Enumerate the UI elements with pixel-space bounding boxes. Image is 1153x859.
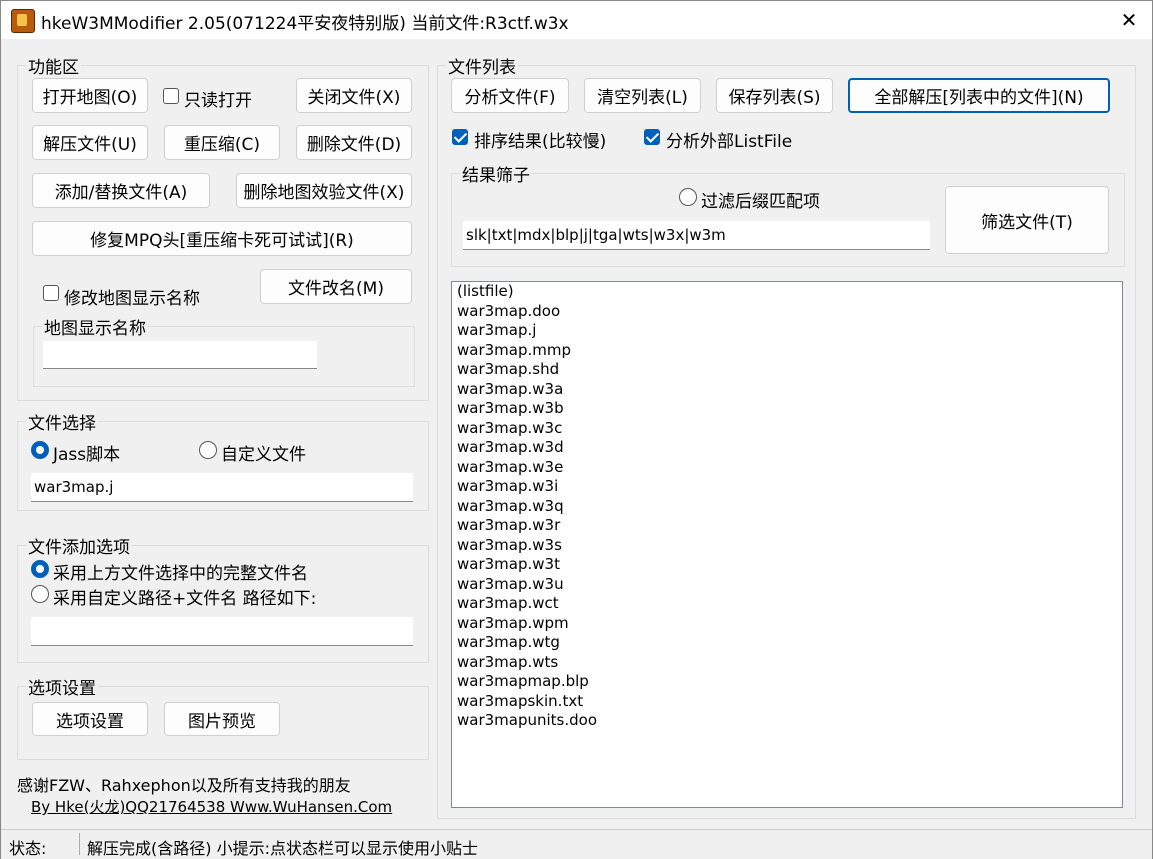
list-item[interactable]: war3map.w3i <box>452 477 1122 497</box>
jass-script-radio[interactable] <box>31 441 49 459</box>
filter-suffix-label: 过滤后缀匹配项 <box>701 192 820 212</box>
list-item[interactable]: war3mapskin.txt <box>452 692 1122 712</box>
file-listbox[interactable]: (listfile) war3map.doo war3map.j war3map.mm… <box>451 281 1123 808</box>
analyze-external-checkbox[interactable] <box>644 129 660 145</box>
list-item[interactable]: war3map.wts <box>452 653 1122 673</box>
extract-file-button[interactable]: 解压文件(U) <box>32 125 148 160</box>
function-area-legend: 功能区 <box>28 58 79 78</box>
status-text[interactable]: 解压完成(含路径) 小提示:点状态栏可以显示使用小贴士 <box>87 835 478 859</box>
status-bar[interactable]: 状态: 解压完成(含路径) 小提示:点状态栏可以显示使用小贴士 <box>1 829 1152 859</box>
list-item[interactable]: war3map.w3t <box>452 555 1122 575</box>
recompress-button[interactable]: 重压缩(C) <box>164 125 280 160</box>
list-item[interactable]: war3map.wpm <box>452 614 1122 634</box>
list-item[interactable]: war3mapunits.doo <box>452 711 1122 731</box>
open-map-button[interactable]: 打开地图(O) <box>32 78 148 113</box>
list-item[interactable]: war3map.w3a <box>452 380 1122 400</box>
status-separator <box>79 833 80 855</box>
custom-path-label: 采用自定义路径+文件名 路径如下: <box>53 589 317 609</box>
list-item[interactable]: war3map.w3r <box>452 516 1122 536</box>
list-item[interactable]: war3map.w3q <box>452 497 1122 517</box>
map-name-input[interactable] <box>43 341 317 369</box>
custom-file-label: 自定义文件 <box>221 445 306 465</box>
list-item[interactable]: war3map.w3c <box>452 419 1122 439</box>
window-title: hkeW3MModifier 2.05(071224平安夜特别版) 当前文件:R… <box>41 14 569 34</box>
list-item[interactable]: war3map.shd <box>452 360 1122 380</box>
file-select-input[interactable]: war3map.j <box>31 473 413 502</box>
rename-file-button[interactable]: 文件改名(M) <box>260 269 412 304</box>
analyze-file-button[interactable]: 分析文件(F) <box>451 78 569 113</box>
custom-path-input[interactable] <box>31 617 413 646</box>
filter-legend: 结果筛子 <box>462 166 530 186</box>
options-legend: 选项设置 <box>28 679 96 699</box>
list-item[interactable]: war3map.w3u <box>452 575 1122 595</box>
modify-map-name-label: 修改地图显示名称 <box>64 289 200 309</box>
app-icon <box>11 9 35 33</box>
repair-mpq-button[interactable]: 修复MPQ头[重压缩卡死可试试](R) <box>32 221 412 256</box>
list-item[interactable]: war3map.j <box>452 321 1122 341</box>
filter-files-button[interactable]: 筛选文件(T) <box>945 186 1109 254</box>
list-item[interactable]: war3map.wtg <box>452 633 1122 653</box>
delete-checksum-button[interactable]: 删除地图效验文件(X) <box>236 173 412 208</box>
status-label: 状态: <box>9 839 47 858</box>
list-item[interactable]: war3map.mmp <box>452 341 1122 361</box>
add-options-legend: 文件添加选项 <box>28 538 130 558</box>
jass-script-label: Jass脚本 <box>53 445 121 465</box>
file-select-legend: 文件选择 <box>28 414 96 434</box>
full-filename-label: 采用上方文件选择中的完整文件名 <box>53 564 308 584</box>
custom-path-radio[interactable] <box>31 585 49 603</box>
delete-file-button[interactable]: 删除文件(D) <box>296 125 412 160</box>
list-item[interactable]: war3map.doo <box>452 302 1122 322</box>
credits-thanks: 感谢FZW、Rahxephon以及所有支持我的朋友 <box>17 776 351 795</box>
save-list-button[interactable]: 保存列表(S) <box>716 78 833 113</box>
sort-results-label: 排序结果(比较慢) <box>474 132 607 152</box>
filter-input[interactable]: slk|txt|mdx|blp|j|tga|wts|w3x|w3m <box>463 221 930 250</box>
list-item[interactable]: war3map.w3s <box>452 536 1122 556</box>
list-item[interactable]: war3map.w3b <box>452 399 1122 419</box>
settings-button[interactable]: 选项设置 <box>32 702 148 736</box>
close-button[interactable]: ✕ <box>1106 1 1152 39</box>
readonly-open-checkbox[interactable] <box>163 88 179 104</box>
list-item[interactable]: war3map.wct <box>452 594 1122 614</box>
file-list-legend: 文件列表 <box>448 58 516 78</box>
credits-author-link[interactable]: By Hke(火龙)QQ21764538 Www.WuHansen.Com <box>31 796 392 817</box>
image-preview-button[interactable]: 图片预览 <box>164 702 280 736</box>
main-window: hkeW3MModifier 2.05(071224平安夜特别版) 当前文件:R… <box>0 0 1153 859</box>
readonly-open-label: 只读打开 <box>184 91 252 111</box>
custom-file-radio[interactable] <box>199 441 217 459</box>
clear-list-button[interactable]: 清空列表(L) <box>584 78 701 113</box>
close-file-button[interactable]: 关闭文件(X) <box>296 78 412 113</box>
list-item[interactable]: war3map.w3e <box>452 458 1122 478</box>
add-replace-file-button[interactable]: 添加/替换文件(A) <box>32 173 210 208</box>
filter-suffix-radio[interactable] <box>679 188 697 206</box>
full-filename-radio[interactable] <box>31 560 49 578</box>
extract-all-button[interactable]: 全部解压[列表中的文件](N) <box>848 78 1110 113</box>
list-item[interactable]: war3map.w3d <box>452 438 1122 458</box>
modify-map-name-checkbox[interactable] <box>43 285 59 301</box>
sort-results-checkbox[interactable] <box>452 129 468 145</box>
analyze-external-label: 分析外部ListFile <box>666 132 793 152</box>
list-item[interactable]: (listfile) <box>452 282 1122 302</box>
list-item[interactable]: war3mapmap.blp <box>452 672 1122 692</box>
title-bar[interactable]: hkeW3MModifier 2.05(071224平安夜特别版) 当前文件:R… <box>1 1 1152 39</box>
map-name-legend: 地图显示名称 <box>44 319 146 339</box>
